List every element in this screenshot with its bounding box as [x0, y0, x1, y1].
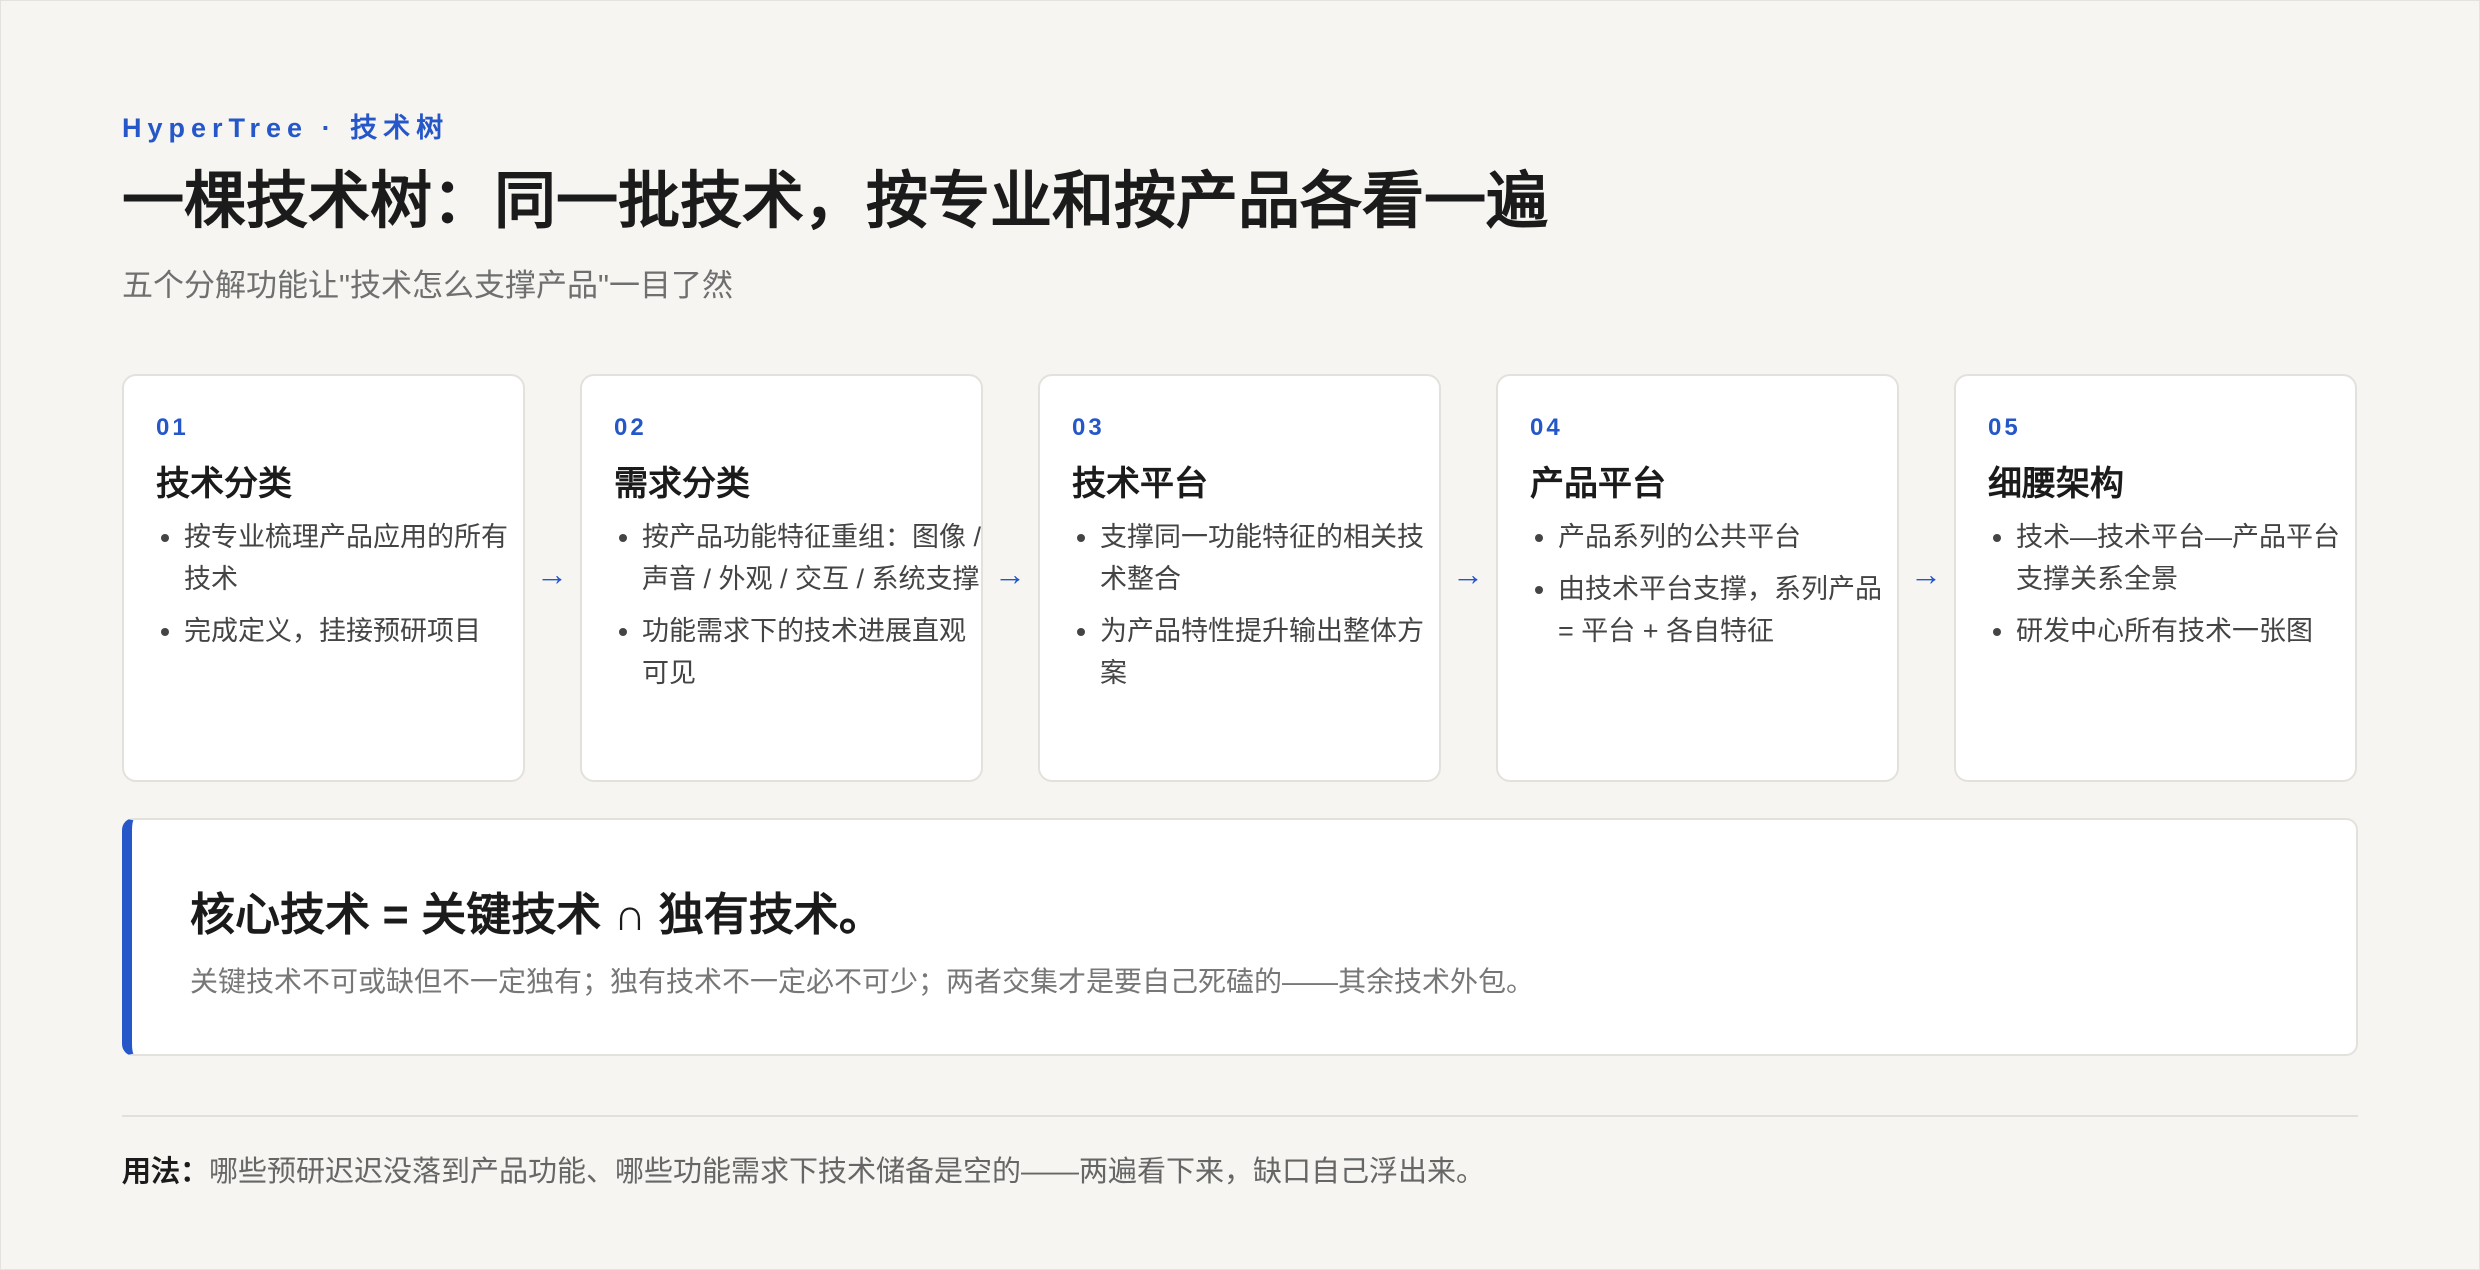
arrow-right-icon: →	[1910, 556, 1942, 592]
page-title: 一棵技术树：同一批技术，按专业和按产品各看一遍	[122, 167, 1549, 236]
step-bullets: 产品系列的公共平台 由技术平台支撑，系列产品 = 平台 + 各自特征	[1530, 516, 1898, 662]
step-card-3: 03 技术平台 支撑同一功能特征的相关技术整合 为产品特性提升输出整体方案	[1038, 374, 1441, 782]
arrow-right-icon: →	[536, 556, 568, 592]
list-item: 为产品特性提升输出整体方案	[1100, 610, 1440, 694]
step-bullets: 技术—技术平台—产品平台支撑关系全景 研发中心所有技术一张图	[1988, 516, 2356, 662]
list-item: 研发中心所有技术一张图	[2016, 610, 2356, 652]
usage-text: 哪些预研迟迟没落到产品功能、哪些功能需求下技术储备是空的——两遍看下来，缺口自己…	[209, 1156, 1486, 1188]
step-card-5: 05 细腰架构 技术—技术平台—产品平台支撑关系全景 研发中心所有技术一张图	[1954, 374, 2357, 782]
step-bullets: 按专业梳理产品应用的所有技术 完成定义，挂接预研项目	[156, 516, 524, 662]
list-item: 支撑同一功能特征的相关技术整合	[1100, 516, 1440, 600]
usage-label: 用法：	[122, 1156, 210, 1188]
steps-row: 01 技术分类 按专业梳理产品应用的所有技术 完成定义，挂接预研项目 → 02 …	[122, 374, 2358, 786]
step-title: 细腰架构	[1988, 465, 2124, 503]
step-card-1: 01 技术分类 按专业梳理产品应用的所有技术 完成定义，挂接预研项目	[122, 374, 525, 782]
step-card-4: 04 产品平台 产品系列的公共平台 由技术平台支撑，系列产品 = 平台 + 各自…	[1496, 374, 1899, 782]
core-title: 核心技术 = 关键技术 ∩ 独有技术。	[190, 889, 884, 940]
arrow-right-icon: →	[994, 556, 1026, 592]
page-subtitle: 五个分解功能让"技术怎么支撑产品"一目了然	[122, 268, 734, 303]
step-number: 03	[1072, 414, 1105, 441]
step-number: 01	[156, 414, 189, 441]
step-title: 技术平台	[1072, 465, 1208, 503]
divider	[122, 1115, 2358, 1117]
list-item: 产品系列的公共平台	[1558, 516, 1898, 558]
list-item: 功能需求下的技术进展直观可见	[642, 610, 982, 694]
list-item: 完成定义，挂接预研项目	[184, 610, 524, 652]
list-item: 按专业梳理产品应用的所有技术	[184, 516, 524, 600]
core-callout: 核心技术 = 关键技术 ∩ 独有技术。 关键技术不可或缺但不一定独有；独有技术不…	[122, 818, 2358, 1056]
list-item: 按产品功能特征重组：图像 / 声音 / 外观 / 交互 / 系统支撑	[642, 516, 982, 600]
list-item: 由技术平台支撑，系列产品 = 平台 + 各自特征	[1558, 568, 1898, 652]
step-number: 02	[614, 414, 647, 441]
list-item: 技术—技术平台—产品平台支撑关系全景	[2016, 516, 2356, 600]
usage-note: 用法：哪些预研迟迟没落到产品功能、哪些功能需求下技术储备是空的——两遍看下来，缺…	[122, 1148, 1485, 1190]
core-description: 关键技术不可或缺但不一定独有；独有技术不一定必不可少；两者交集才是要自己死磕的—…	[190, 966, 1535, 997]
kicker: HyperTree · 技术树	[122, 113, 450, 143]
step-title: 产品平台	[1530, 465, 1666, 503]
step-number: 05	[1988, 414, 2021, 441]
step-title: 技术分类	[156, 465, 292, 503]
step-bullets: 支撑同一功能特征的相关技术整合 为产品特性提升输出整体方案	[1072, 516, 1440, 704]
arrow-right-icon: →	[1452, 556, 1484, 592]
step-number: 04	[1530, 414, 1563, 441]
step-card-2: 02 需求分类 按产品功能特征重组：图像 / 声音 / 外观 / 交互 / 系统…	[580, 374, 983, 782]
step-title: 需求分类	[614, 465, 750, 503]
step-bullets: 按产品功能特征重组：图像 / 声音 / 外观 / 交互 / 系统支撑 功能需求下…	[614, 516, 982, 704]
